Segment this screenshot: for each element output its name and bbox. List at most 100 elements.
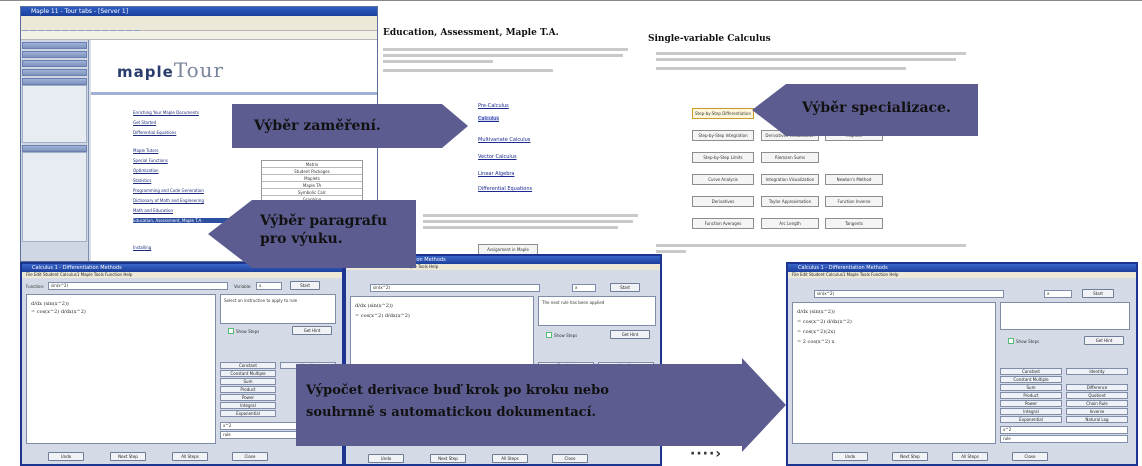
topic-link[interactable]: Statistics: [133, 178, 151, 183]
all-steps-button[interactable]: All Steps: [952, 452, 988, 461]
callout-derivative-arrow: [742, 358, 786, 452]
function-averages-button[interactable]: Function Averages: [692, 218, 754, 229]
topic-link[interactable]: Maple Tutors: [133, 148, 158, 153]
rule-button[interactable]: Quotient: [1066, 392, 1128, 399]
function-input[interactable]: sin(x^2): [814, 290, 1004, 298]
rule-button[interactable]: Constant: [1000, 368, 1062, 375]
maple-toolbar[interactable]: [21, 22, 377, 36]
palette-header-common-symbols[interactable]: [22, 69, 87, 76]
tangents-button[interactable]: Tangents: [825, 218, 883, 229]
step-differentiation-button[interactable]: Step-by-Step Differentiation: [692, 108, 754, 119]
start-button[interactable]: Start: [290, 281, 320, 290]
undo-button[interactable]: Undo: [48, 452, 84, 461]
palette-header-expression[interactable]: [22, 51, 87, 58]
calc-window-1-menu[interactable]: File Edit Student Calculus1 Maple Tools …: [22, 272, 342, 278]
education-subintro: [383, 69, 641, 72]
topic-link[interactable]: Differential Equations: [133, 130, 176, 135]
link-calculus[interactable]: Calculus: [478, 116, 500, 122]
step-integration-button[interactable]: Step-by-Step Integration: [692, 130, 754, 141]
derivatives-button[interactable]: Derivatives: [692, 196, 754, 207]
palette-header-units[interactable]: [22, 60, 87, 67]
close-button[interactable]: Close: [232, 452, 268, 461]
all-steps-button[interactable]: All Steps: [492, 454, 528, 463]
table-row[interactable]: Maplets: [262, 175, 362, 182]
rule-button[interactable]: Constant Multiple: [220, 370, 276, 377]
rule-button[interactable]: Sum: [220, 378, 276, 385]
undo-button[interactable]: Undo: [368, 454, 404, 463]
topic-link[interactable]: Programming and Code Generation: [133, 188, 204, 193]
riemann-sums-button[interactable]: Riemann Sums: [761, 152, 819, 163]
integration-visualization-button[interactable]: Integration Visualization: [761, 174, 819, 185]
topic-link[interactable]: Dictionary of Math and Engineering: [133, 198, 204, 203]
topic-link[interactable]: Enriching Your Maple Documents: [133, 110, 199, 115]
link-differential-equations[interactable]: Differential Equations: [478, 186, 532, 192]
table-row[interactable]: Student Packages: [262, 168, 362, 175]
next-step-button[interactable]: Next Step: [110, 452, 146, 461]
get-hint-button[interactable]: Get Hint: [610, 330, 650, 339]
function-input[interactable]: sin(x^2): [48, 282, 228, 290]
link-multivariate[interactable]: Multivariate Calculus: [478, 137, 530, 143]
rule-button[interactable]: Natural Log: [1066, 416, 1128, 423]
rule-button[interactable]: Power: [1000, 400, 1062, 407]
rule-button[interactable]: Exponential: [220, 410, 276, 417]
rule-button[interactable]: Chain Rule: [1066, 400, 1128, 407]
close-button[interactable]: Close: [1012, 452, 1048, 461]
table-row[interactable]: Symbolic Calc: [262, 189, 362, 196]
get-hint-button[interactable]: Get Hint: [1084, 336, 1124, 345]
rule-dropdown[interactable]: rule: [1000, 435, 1128, 443]
curve-analysis-button[interactable]: Curve Analysis: [692, 174, 754, 185]
arc-length-button[interactable]: Arc Length: [761, 218, 819, 229]
rule-button[interactable]: Integral: [220, 402, 276, 409]
show-steps-checkbox[interactable]: [1008, 338, 1014, 344]
all-steps-button[interactable]: All Steps: [172, 452, 208, 461]
show-steps-checkbox[interactable]: [546, 332, 552, 338]
topic-link[interactable]: Math and Education: [133, 208, 173, 213]
undo-button[interactable]: Undo: [832, 452, 868, 461]
variable-input[interactable]: x: [572, 284, 596, 292]
variable-input[interactable]: x: [1044, 290, 1072, 298]
steps-area: d/dx (sin(x^2)) = cos(x^2) d/dx(x^2): [26, 294, 216, 444]
rule-button[interactable]: Product: [220, 386, 276, 393]
palette-header-handwriting[interactable]: [22, 42, 87, 49]
rule-button[interactable]: Inverse: [1066, 408, 1128, 415]
rule-button[interactable]: Sum: [1000, 384, 1062, 391]
palette-header-expression-2[interactable]: [22, 145, 87, 152]
function-inverse-button[interactable]: Function Inverse: [825, 196, 883, 207]
rule-button[interactable]: Product: [1000, 392, 1062, 399]
topic-link[interactable]: Installing: [133, 245, 151, 250]
calc-window-3-menu[interactable]: File Edit Student Calculus1 Maple Tools …: [788, 272, 1136, 278]
topic-link[interactable]: Special Functions: [133, 158, 168, 163]
show-steps-checkbox[interactable]: [228, 328, 234, 334]
get-hint-button[interactable]: Get Hint: [292, 326, 332, 335]
next-step-button[interactable]: Next Step: [892, 452, 928, 461]
rule-button[interactable]: Integral: [1000, 408, 1062, 415]
rule-button[interactable]: Constant: [220, 362, 276, 369]
taylor-approximation-button[interactable]: Taylor Approximation: [761, 196, 819, 207]
rule-button[interactable]: Exponential: [1000, 416, 1062, 423]
dotted-arrow: ····›: [690, 446, 723, 462]
rule-button[interactable]: Power: [220, 394, 276, 401]
callout-paragraph-line2: pro výuku.: [260, 231, 343, 247]
start-button[interactable]: Start: [1082, 289, 1114, 298]
function-input[interactable]: sin(x^2): [370, 284, 540, 292]
variable-input[interactable]: x: [256, 282, 282, 290]
topic-link[interactable]: Get Started: [133, 120, 156, 125]
maple-format-toolbar[interactable]: [21, 31, 377, 40]
link-vector-calculus[interactable]: Vector Calculus: [478, 154, 517, 160]
start-button[interactable]: Start: [610, 283, 640, 292]
topic-link[interactable]: Optimization: [133, 168, 159, 173]
rule-button[interactable]: Identity: [1066, 368, 1128, 375]
next-step-button[interactable]: Next Step: [430, 454, 466, 463]
newtons-method-button[interactable]: Newton's Method: [825, 174, 883, 185]
close-button[interactable]: Close: [552, 454, 588, 463]
table-row[interactable]: Maple TA: [262, 182, 362, 189]
rule-button[interactable]: Constant Multiple: [1000, 376, 1062, 383]
table-row[interactable]: Matrix: [262, 161, 362, 168]
link-linear-algebra[interactable]: Linear Algebra: [478, 171, 514, 177]
rule-button[interactable]: Difference: [1066, 384, 1128, 391]
step-limits-button[interactable]: Step-by-Step Limits: [692, 152, 754, 163]
rule-dropdown[interactable]: x^2: [1000, 426, 1128, 434]
palette-header-plot[interactable]: [22, 78, 87, 85]
calculus-heading: Single-variable Calculus: [648, 34, 771, 44]
link-precalculus[interactable]: Pre-Calculus: [478, 103, 509, 109]
